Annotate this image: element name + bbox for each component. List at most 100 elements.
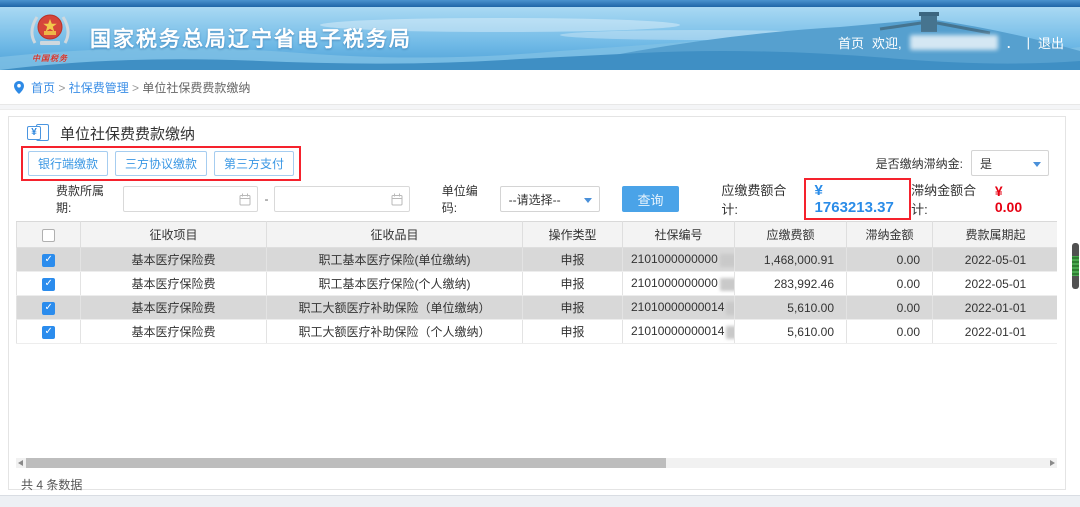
period-label: 费款所属期:: [56, 184, 105, 215]
yuan-document-icon: ¥: [27, 123, 51, 143]
unit-code-label: 单位编码:: [441, 184, 478, 215]
table-zone: 征收项目征收品目操作类型社保编号应缴费额滞纳金额费款属期起 基本医疗保险费职工基…: [16, 221, 1057, 458]
cell-late: 0.00: [846, 295, 933, 320]
range-separator: -: [264, 192, 269, 206]
table-row: 基本医疗保险费职工大额医疗补助保险（个人缴纳）申报210100000000145…: [16, 319, 1057, 344]
table-body: 基本医疗保险费职工基本医疗保险(单位缴纳)申报21010000000001,46…: [16, 247, 1057, 344]
cell-item: 职工大额医疗补助保险（单位缴纳）: [266, 295, 523, 320]
table-row: 基本医疗保险费职工基本医疗保险(单位缴纳)申报21010000000001,46…: [16, 247, 1057, 272]
breadcrumb-separator: >: [128, 80, 143, 95]
select-all-checkbox[interactable]: [42, 228, 55, 242]
row-checkbox[interactable]: [42, 253, 55, 267]
column-header: 滞纳金额: [846, 221, 933, 248]
cell-start: 2022-01-01: [932, 319, 1057, 344]
column-header: 社保编号: [622, 221, 735, 248]
scroll-right-icon[interactable]: [1050, 460, 1055, 466]
page-footer-strip: [0, 495, 1080, 507]
cell-item: 职工大额医疗补助保险（个人缴纳）: [266, 319, 523, 344]
page-title-row: ¥ 单位社保费费款缴纳: [27, 121, 1065, 145]
cell-payable: 5,610.00: [734, 295, 847, 320]
cell-project: 基本医疗保险费: [80, 247, 267, 272]
payable-total-label: 应缴费额合计:: [721, 183, 787, 217]
record-count: 共 4 条数据: [21, 478, 83, 492]
column-header: 应缴费额: [734, 221, 847, 248]
cell-op: 申报: [522, 319, 623, 344]
logo-caption: 中国税务: [32, 54, 68, 63]
horizontal-scrollbar[interactable]: [16, 458, 1057, 468]
site-header: 中国税务 国家税务总局辽宁省电子税务局 首页 欢迎, ． | 退出: [0, 7, 1080, 70]
late-fee-label: 是否缴纳滞纳金:: [875, 156, 963, 171]
action-button[interactable]: 第三方支付: [214, 150, 295, 176]
cell-item: 职工基本医疗保险(单位缴纳): [266, 247, 523, 272]
cell-project: 基本医疗保险费: [80, 319, 267, 344]
fees-table: 征收项目征收品目操作类型社保编号应缴费额滞纳金额费款属期起 基本医疗保险费职工基…: [16, 221, 1057, 344]
search-button[interactable]: 查询: [621, 186, 680, 212]
calendar-icon: [391, 193, 403, 206]
redacted-username: [909, 35, 998, 50]
cell-late: 0.00: [846, 319, 933, 344]
column-header: 征收项目: [80, 221, 267, 248]
column-header: 征收品目: [266, 221, 523, 248]
top-strip: [0, 0, 1080, 7]
cell-payable: 5,610.00: [734, 319, 847, 344]
breadcrumb-separator: >: [55, 80, 69, 95]
column-header: 费款属期起: [932, 221, 1057, 248]
scroll-left-icon[interactable]: [18, 460, 23, 466]
table-row: 基本医疗保险费职工基本医疗保险(个人缴纳)申报2101000000000283,…: [16, 271, 1057, 296]
table-header-row: 征收项目 征收品目 操作类型 社保编号 应缴费额 滞纳金额 费款属期起: [16, 221, 1057, 248]
cell-start: 2022-05-01: [932, 247, 1057, 272]
late-fee-select[interactable]: 是: [971, 150, 1049, 176]
late-fee-value: 是: [980, 156, 993, 171]
redacted-ssn-suffix: [719, 277, 734, 291]
welcome-dot: ．: [1005, 36, 1019, 51]
cell-payable: 283,992.46: [734, 271, 847, 296]
breadcrumb: 首页 > 社保费管理 > 单位社保费费款缴纳: [0, 70, 1080, 105]
tax-bureau-logo: 中国税务: [24, 11, 76, 64]
site-title: 国家税务总局辽宁省电子税务局: [90, 27, 412, 51]
breadcrumb-items: 首页 > 社保费管理 > 单位社保费费款缴纳: [31, 79, 250, 96]
cell-ssn: 2101000000000: [622, 247, 735, 272]
payment-buttons-annotation-box: 银行端缴款 三方协议缴款 第三方支付: [21, 145, 302, 181]
cell-late: 0.00: [846, 271, 933, 296]
redacted-ssn-suffix: [726, 325, 734, 339]
breadcrumb-item[interactable]: 首页: [31, 81, 55, 95]
cell-ssn: 21010000000014: [622, 319, 735, 344]
late-total-value: ¥ 0.00: [994, 183, 1023, 215]
cell-ssn: 2101000000000: [622, 271, 735, 296]
cell-item: 职工基本医疗保险(个人缴纳): [266, 271, 523, 296]
cell-start: 2022-01-01: [932, 295, 1057, 320]
unit-code-select[interactable]: --请选择--: [499, 186, 600, 212]
header-nav: 首页 欢迎, ． | 退出: [838, 33, 1064, 52]
redacted-ssn-suffix: [726, 301, 734, 315]
horizontal-scrollbar-thumb[interactable]: [26, 458, 666, 468]
column-header: 操作类型: [522, 221, 623, 248]
row-checkbox[interactable]: [42, 277, 55, 291]
breadcrumb-item[interactable]: 社保费管理: [69, 81, 129, 95]
redacted-ssn-suffix: [719, 253, 734, 267]
nav-separator: |: [1026, 35, 1030, 50]
cell-start: 2022-05-01: [932, 271, 1057, 296]
main-panel: ¥ 单位社保费费款缴纳 银行端缴款 三方协议缴款 第三方支付 是否缴纳滞纳金: 是 …: [8, 116, 1066, 492]
cell-project: 基本医疗保险费: [80, 271, 267, 296]
national-emblem-icon: [30, 14, 70, 45]
nav-home-link[interactable]: 首页: [838, 33, 864, 52]
logout-link[interactable]: 退出: [1038, 33, 1064, 52]
app-window: 中国税务 国家税务总局辽宁省电子税务局 首页 欢迎, ． | 退出 首页 > 社…: [0, 0, 1080, 507]
location-pin-icon: [14, 80, 24, 94]
row-checkbox[interactable]: [42, 301, 55, 315]
period-start-input[interactable]: [123, 186, 259, 212]
breadcrumb-item: 单位社保费费款缴纳: [142, 80, 251, 95]
cell-op: 申报: [522, 271, 623, 296]
page-title: 单位社保费费款缴纳: [60, 125, 196, 143]
table-row: 基本医疗保险费职工大额医疗补助保险（单位缴纳）申报210100000000145…: [16, 295, 1057, 320]
action-button[interactable]: 三方协议缴款: [115, 150, 208, 176]
cell-late: 0.00: [846, 247, 933, 272]
vertical-scrollbar-thumb[interactable]: [1072, 243, 1079, 289]
row-checkbox[interactable]: [42, 325, 55, 339]
late-total-label: 滞纳金额合计:: [911, 183, 977, 217]
action-button[interactable]: 银行端缴款: [28, 150, 109, 176]
cell-project: 基本医疗保险费: [80, 295, 267, 320]
period-end-input[interactable]: [274, 186, 410, 212]
calendar-icon: [239, 193, 251, 206]
cell-op: 申报: [522, 247, 623, 272]
